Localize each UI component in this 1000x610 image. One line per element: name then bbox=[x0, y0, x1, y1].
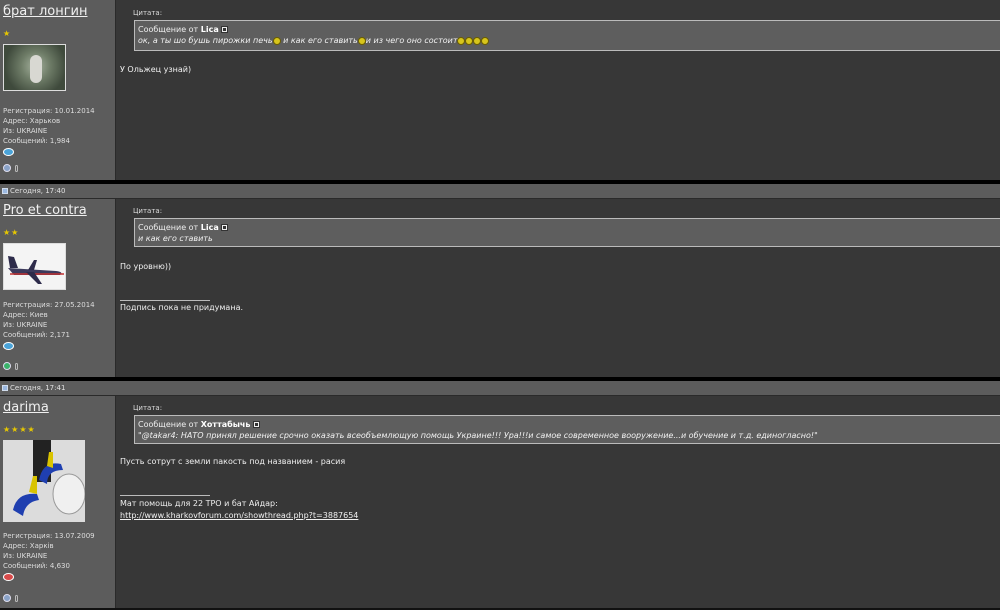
online-status-icon[interactable] bbox=[3, 362, 11, 370]
post-2-quote-text: и как его ставить bbox=[138, 234, 213, 243]
post-3-quote-text: "@takar4: НАТО принял решение срочно ока… bbox=[138, 431, 818, 440]
post-2-date: Сегодня, 17:40 bbox=[10, 187, 66, 195]
post-1-quote-text-c: и из чего оно состоит bbox=[365, 36, 458, 45]
signature-divider bbox=[120, 495, 210, 496]
post-1-username[interactable]: брат лонгин bbox=[3, 4, 115, 19]
post-1-sidebar: брат лонгин ★ Регистрация: 10.01.2014 Ад… bbox=[0, 0, 116, 180]
post-3-date-bar: Сегодня, 17:41 bbox=[0, 381, 1000, 396]
post-2-from: Из: UKRAINE bbox=[3, 321, 48, 329]
online-status-icon[interactable] bbox=[3, 164, 11, 172]
post-3-address: Адрес: Харків bbox=[3, 542, 54, 550]
post-1-address: Адрес: Харьков bbox=[3, 117, 61, 125]
post-1-from: Из: UKRAINE bbox=[3, 127, 48, 135]
post-2-date-bar: Сегодня, 17:40 bbox=[0, 184, 1000, 199]
post-3-quote-label: Цитата: bbox=[133, 404, 163, 412]
post-3-registration: Регистрация: 13.07.2009 bbox=[3, 532, 95, 540]
post-1-quote-author[interactable]: Lica bbox=[201, 25, 219, 34]
post-3-rank-stars: ★★★★ bbox=[3, 425, 36, 434]
online-status-icon[interactable] bbox=[3, 594, 11, 602]
attachment-icon bbox=[15, 362, 18, 370]
post-1-quote-text-a: ок, а ты шо бушь пирожки печь bbox=[138, 36, 273, 45]
post-1-avatar[interactable] bbox=[3, 44, 66, 91]
quote-author-prefix: Сообщение от bbox=[138, 25, 199, 34]
post-2-address: Адрес: Киев bbox=[3, 311, 48, 319]
post-3-messages: Сообщений: 4,630 bbox=[3, 562, 70, 570]
shoes-image bbox=[3, 440, 85, 522]
smiley-icon bbox=[473, 36, 482, 45]
post-icon bbox=[2, 188, 8, 194]
post-2-registration: Регистрация: 27.05.2014 bbox=[3, 301, 95, 309]
attachment-icon bbox=[15, 594, 18, 602]
view-post-arrow-icon[interactable] bbox=[253, 421, 261, 428]
post-2: Pro et contra ★★ Регистрация: 27.05.2014… bbox=[0, 199, 1000, 377]
post-3-body: Цитата: Сообщение от Хоттабычь "@takar4:… bbox=[116, 396, 1000, 608]
post-3: darima ★★★★ Регистрация: 13.07.2009 Адре… bbox=[0, 396, 1000, 608]
post-3-signature-link[interactable]: http://www.kharkovforum.com/showthread.p… bbox=[120, 511, 358, 520]
post-3-avatar[interactable] bbox=[3, 440, 85, 522]
post-2-sidebar: Pro et contra ★★ Регистрация: 27.05.2014… bbox=[0, 199, 116, 377]
post-2-signature: Подпись пока не придумана. bbox=[120, 303, 244, 312]
post-3-username[interactable]: darima bbox=[3, 400, 115, 415]
post-3-from: Из: UKRAINE bbox=[3, 552, 48, 560]
post-1-quote-text-b: и как его ставить bbox=[280, 36, 358, 45]
post-3-date: Сегодня, 17:41 bbox=[10, 384, 66, 392]
post-2-quote-label: Цитата: bbox=[133, 207, 163, 215]
post-2-quote-author[interactable]: Lica bbox=[201, 223, 219, 232]
post-1-quote-label: Цитата: bbox=[133, 9, 163, 17]
post-2-body: Цитата: Сообщение от Lica и как его став… bbox=[116, 199, 1000, 377]
post-icon bbox=[2, 385, 8, 391]
post-2-avatar[interactable] bbox=[3, 243, 66, 290]
post-1-messages: Сообщений: 1,984 bbox=[3, 137, 70, 145]
attachment-icon bbox=[15, 164, 18, 172]
post-3-sidebar: darima ★★★★ Регистрация: 13.07.2009 Адре… bbox=[0, 396, 116, 608]
post-1: брат лонгин ★ Регистрация: 10.01.2014 Ад… bbox=[0, 0, 1000, 180]
post-2-quote: Сообщение от Lica и как его ставить bbox=[134, 218, 1000, 247]
view-post-arrow-icon[interactable] bbox=[221, 224, 229, 231]
post-3-quote-author[interactable]: Хоттабычь bbox=[201, 420, 251, 429]
signature-divider bbox=[120, 300, 210, 301]
reputation-icon bbox=[3, 573, 14, 581]
post-1-rank-stars: ★ bbox=[3, 29, 12, 38]
post-1-body: Цитата: Сообщение от Lica ок, а ты шо бу… bbox=[116, 0, 1000, 180]
smiley-icon bbox=[481, 36, 490, 45]
post-2-rank-stars: ★★ bbox=[3, 228, 20, 237]
reputation-icon bbox=[3, 148, 14, 156]
reputation-icon bbox=[3, 342, 14, 350]
smiley-icon bbox=[357, 36, 366, 45]
airplane-image bbox=[8, 256, 64, 284]
smiley-icon bbox=[457, 36, 466, 45]
post-1-quote: Сообщение от Lica ок, а ты шо бушь пирож… bbox=[134, 20, 1000, 51]
quote-author-prefix: Сообщение от bbox=[138, 420, 199, 429]
post-3-message: Пусть сотрут с земли пакость под названи… bbox=[120, 457, 346, 466]
post-1-message: У Ольжец узнай) bbox=[120, 65, 192, 74]
post-1-registration: Регистрация: 10.01.2014 bbox=[3, 107, 95, 115]
post-2-username[interactable]: Pro et contra bbox=[3, 203, 115, 218]
post-3-signature-text: Мат помощь для 22 ТРО и бат Айдар: bbox=[120, 499, 278, 508]
smiley-icon bbox=[272, 36, 281, 45]
quote-author-prefix: Сообщение от bbox=[138, 223, 199, 232]
post-2-messages: Сообщений: 2,171 bbox=[3, 331, 70, 339]
post-3-quote: Сообщение от Хоттабычь "@takar4: НАТО пр… bbox=[134, 415, 1000, 444]
post-3-signature: Мат помощь для 22 ТРО и бат Айдар: http:… bbox=[120, 498, 358, 522]
smiley-icon bbox=[465, 36, 474, 45]
view-post-arrow-icon[interactable] bbox=[221, 26, 229, 33]
post-2-message: По уровню)) bbox=[120, 262, 172, 271]
